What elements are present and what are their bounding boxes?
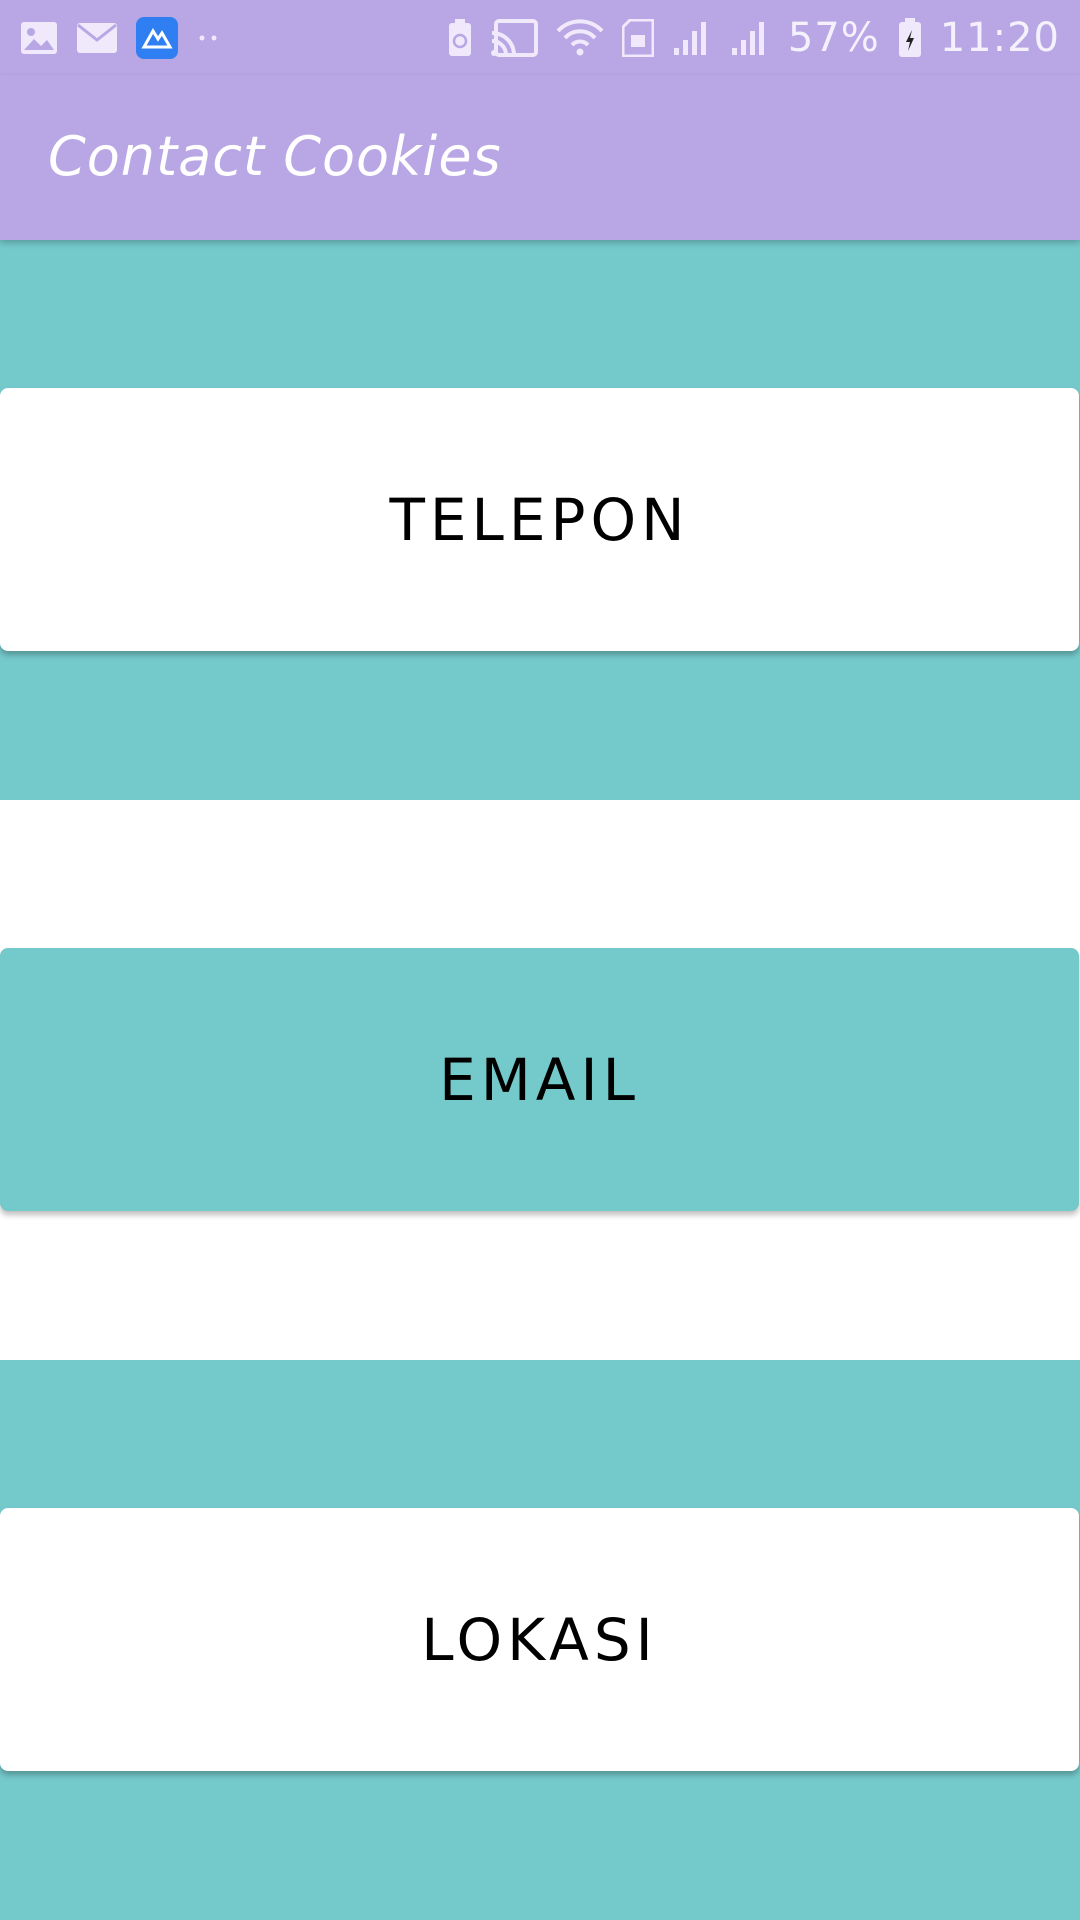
status-left xyxy=(20,16,222,59)
cast-icon xyxy=(490,18,538,57)
signal-icon xyxy=(730,20,770,56)
app-icon xyxy=(136,16,178,59)
telepon-label: TELEPON xyxy=(389,485,690,554)
email-label: EMAIL xyxy=(439,1045,640,1114)
battery-charging-icon xyxy=(898,17,922,58)
status-right: 57% 11:20 xyxy=(448,15,1060,61)
battery-saver-icon xyxy=(448,18,472,57)
app-bar: Contact Cookies xyxy=(0,75,1080,240)
app-title: Contact Cookies xyxy=(48,125,502,188)
wifi-icon xyxy=(556,18,604,57)
telepon-button[interactable]: TELEPON xyxy=(0,388,1079,651)
more-dots-icon xyxy=(196,33,222,43)
mail-icon xyxy=(76,22,118,54)
lokasi-button[interactable]: LOKASI xyxy=(0,1508,1079,1771)
signal-icon xyxy=(672,20,712,56)
gallery-icon xyxy=(20,21,58,55)
clock: 11:20 xyxy=(939,14,1060,61)
status-bar: 57% 11:20 xyxy=(0,0,1080,75)
lokasi-label: LOKASI xyxy=(421,1605,658,1674)
battery-percent: 57% xyxy=(787,14,880,61)
screen: 57% 11:20 Contact Cookies TELEPON EMAIL … xyxy=(0,0,1080,1920)
email-button[interactable]: EMAIL xyxy=(0,948,1079,1211)
sim-icon xyxy=(621,18,654,57)
